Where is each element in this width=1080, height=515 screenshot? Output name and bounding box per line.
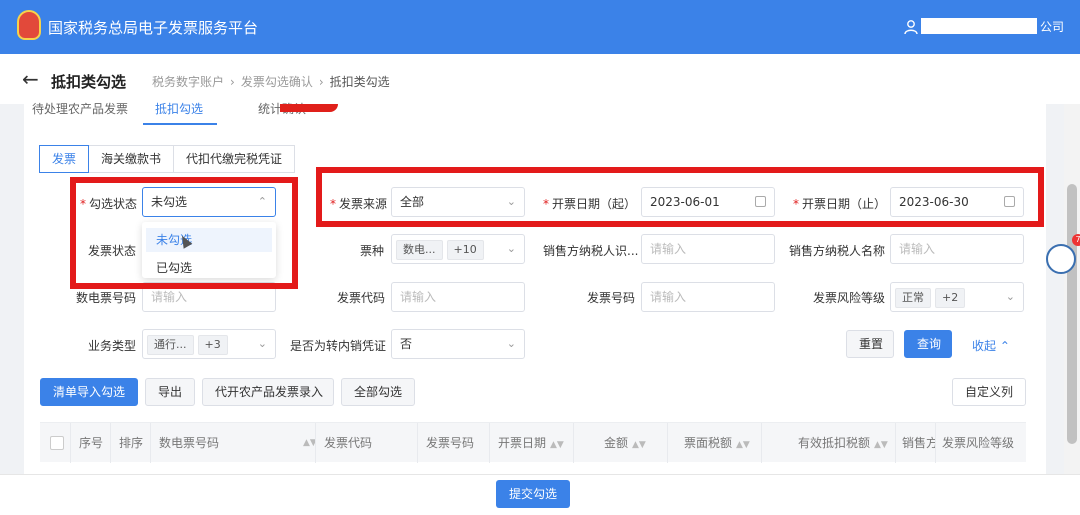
transfer-out-label: 是否为转内销凭证 <box>290 339 387 353</box>
breadcrumb-item[interactable]: 税务数字账户 <box>152 75 224 89</box>
business-type-tag: 通行... <box>147 334 194 355</box>
invoice-no-label: 发票号码 <box>587 291 636 305</box>
breadcrumb: 税务数字账户 › 发票勾选确认 › 抵扣类勾选 <box>152 73 390 90</box>
chevron-down-icon: ⌄ <box>506 242 516 255</box>
red-highlight-box <box>316 167 1044 227</box>
invoice-type-label: 票种 <box>360 244 385 258</box>
invoice-code-label: 发票代码 <box>337 291 386 305</box>
seller-name-label: 销售方纳税人名称 <box>789 244 886 258</box>
chevron-down-icon: ⌄ <box>257 337 267 350</box>
seller-tax-id-input[interactable]: 请输入 <box>641 234 775 264</box>
red-annotation-mark <box>280 104 338 112</box>
scrollbar-thumb[interactable] <box>1067 184 1077 444</box>
company-suffix: 公司 <box>1040 20 1065 34</box>
back-arrow-icon[interactable]: ← <box>22 67 39 91</box>
tax-bureau-logo <box>17 10 41 40</box>
subtab-withholding[interactable]: 代扣代缴完税凭证 <box>173 145 296 173</box>
scrollbar[interactable] <box>1064 104 1080 474</box>
risk-level-select[interactable]: 正常 +2 ⌄ <box>890 282 1024 312</box>
table-header: 序号 排序 数电票号码▲▼ 发票代码 发票号码 开票日期▲▼ 金额▲▼ 票面税额… <box>40 422 1026 463</box>
col-invoice-code: 发票代码 <box>315 423 417 463</box>
import-check-button[interactable]: 清单导入勾选 <box>40 378 138 406</box>
invoice-no-input[interactable]: 请输入 <box>641 282 775 312</box>
check-all-button[interactable]: 全部勾选 <box>341 378 415 406</box>
col-amount[interactable]: 金额 ▲▼ <box>573 423 667 463</box>
digital-invoice-no-label: 数电票号码 <box>76 291 137 305</box>
sort-icon: ▲▼ <box>736 440 750 450</box>
reset-button[interactable]: 重置 <box>846 330 894 358</box>
platform-title: 国家税务总局电子发票服务平台 <box>48 19 259 37</box>
select-all-checkbox[interactable] <box>50 436 64 450</box>
red-highlight-box <box>70 177 298 289</box>
submit-check-button[interactable]: 提交勾选 <box>496 480 570 508</box>
breadcrumb-current: 抵扣类勾选 <box>329 75 390 89</box>
col-invoice-no: 发票号码 <box>417 423 489 463</box>
agri-entry-button[interactable]: 代开农产品发票录入 <box>202 378 334 406</box>
col-valid-deduction[interactable]: 有效抵扣税额 ▲▼ <box>761 423 895 463</box>
col-invoice-date[interactable]: 开票日期 ▲▼ <box>489 423 573 463</box>
sort-icon: ▲▼ <box>303 438 315 448</box>
assistant-avatar[interactable]: 7 <box>1042 234 1080 280</box>
sort-icon: ▲▼ <box>550 440 564 450</box>
active-tab-indicator <box>143 123 217 125</box>
business-type-more: +3 <box>197 334 228 355</box>
top-bar: 国家税务总局电子发票服务平台 公司 <box>0 0 1080 54</box>
user-icon[interactable] <box>904 19 918 35</box>
col-index: 序号 <box>70 423 110 463</box>
assistant-face-icon <box>1046 244 1076 274</box>
seller-name-input[interactable]: 请输入 <box>890 234 1024 264</box>
seller-tax-id-label: 销售方纳税人识... <box>543 244 639 258</box>
page-header: ← 抵扣类勾选 税务数字账户 › 发票勾选确认 › 抵扣类勾选 <box>0 54 1080 104</box>
query-button[interactable]: 查询 <box>904 330 952 358</box>
risk-level-label: 发票风险等级 <box>813 291 886 305</box>
col-seller: 销售方 <box>895 423 935 463</box>
chevron-right-icon: › <box>230 75 235 89</box>
invoice-type-more: +10 <box>446 239 484 260</box>
invoice-code-input[interactable]: 请输入 <box>391 282 525 312</box>
business-type-select[interactable]: 通行... +3 ⌄ <box>142 329 276 359</box>
subtab-invoice[interactable]: 发票 <box>39 145 90 173</box>
chevron-down-icon: ⌄ <box>506 337 516 350</box>
col-sort: 排序 <box>110 423 150 463</box>
col-tax-amount[interactable]: 票面税额 ▲▼ <box>667 423 761 463</box>
sub-tabs: 发票 海关缴款书 代扣代缴完税凭证 <box>39 145 296 173</box>
invoice-type-select[interactable]: 数电... +10 ⌄ <box>391 234 525 264</box>
notification-badge: 7 <box>1072 234 1080 246</box>
subtab-customs[interactable]: 海关缴款书 <box>88 145 175 173</box>
risk-level-tag: 正常 <box>895 287 931 308</box>
col-digital-no[interactable]: 数电票号码▲▼ <box>150 423 315 463</box>
col-risk-level: 发票风险等级 <box>935 423 1026 463</box>
chevron-down-icon: ⌄ <box>1005 290 1015 303</box>
redacted-user-name <box>921 18 1037 34</box>
chevron-up-icon: ⌃ <box>999 339 1010 353</box>
collapse-link[interactable]: 收起 ⌃ <box>972 337 1010 354</box>
invoice-type-tag: 数电... <box>396 239 443 260</box>
transfer-out-select[interactable]: 否 ⌄ <box>391 329 525 359</box>
export-button[interactable]: 导出 <box>145 378 195 406</box>
breadcrumb-item[interactable]: 发票勾选确认 <box>241 75 313 89</box>
tab-deduction-check[interactable]: 抵扣勾选 <box>155 100 203 117</box>
sort-icon: ▲▼ <box>632 440 646 450</box>
tab-agri-invoice[interactable]: 待处理农产品发票 <box>32 100 128 117</box>
business-type-label: 业务类型 <box>88 339 137 353</box>
chevron-right-icon: › <box>318 75 324 89</box>
page-title: 抵扣类勾选 <box>51 73 127 91</box>
sort-icon: ▲▼ <box>874 440 888 450</box>
risk-level-more: +2 <box>935 287 966 308</box>
custom-columns-button[interactable]: 自定义列 <box>952 378 1026 406</box>
